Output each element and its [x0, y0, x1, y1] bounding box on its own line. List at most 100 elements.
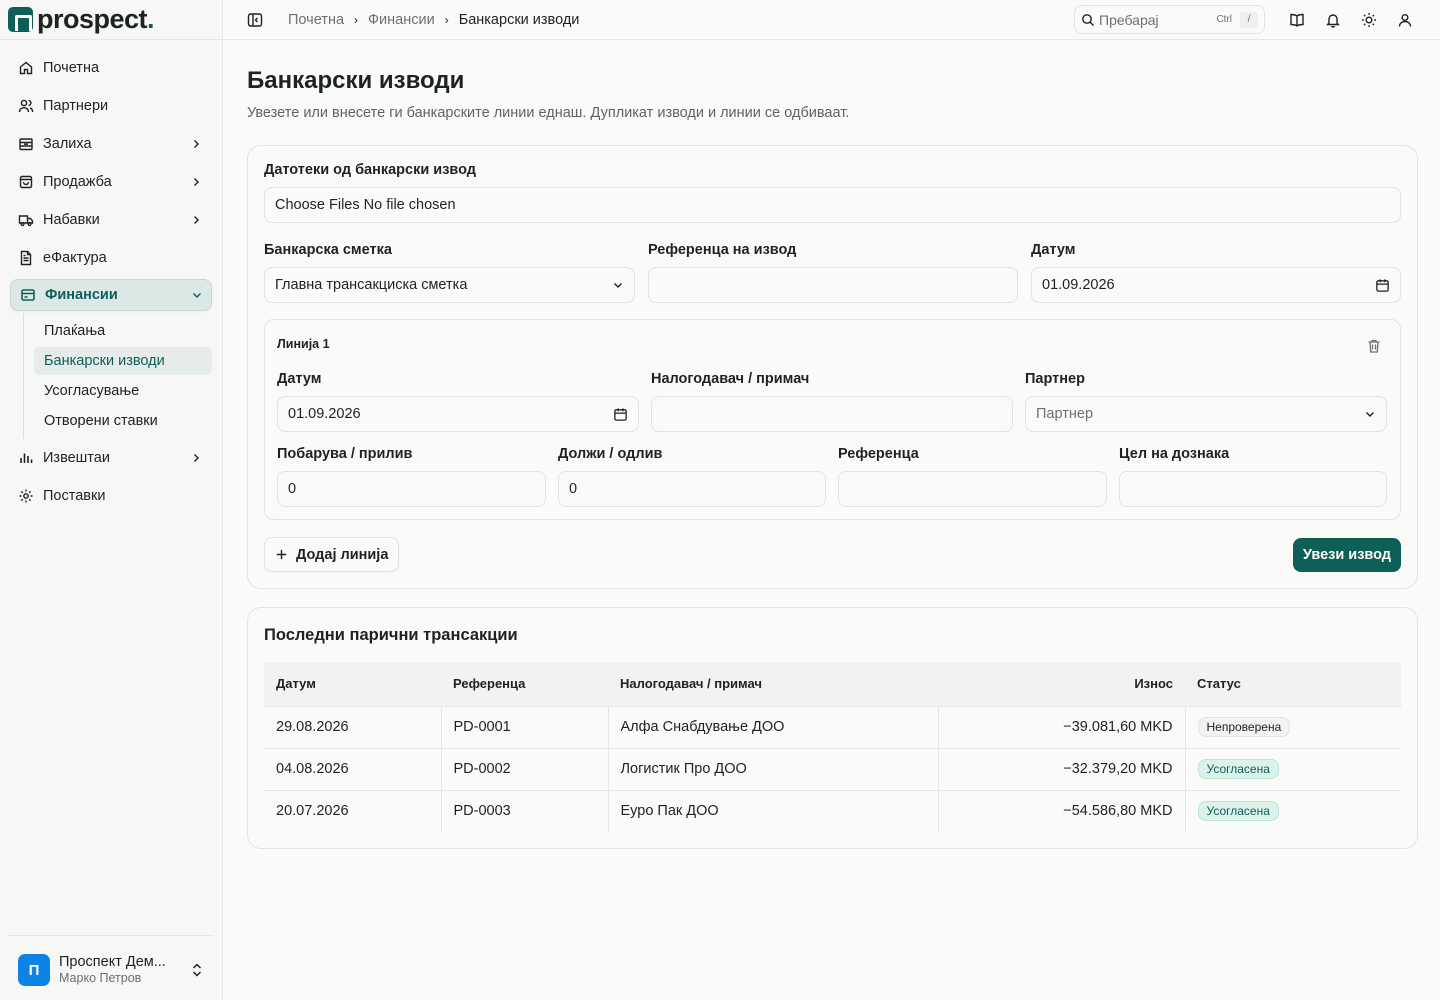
sidebar-subitem-payments[interactable]: Плаќања [34, 317, 212, 345]
page-subtitle: Увезете или внесете ги банкарските линии… [247, 105, 850, 121]
cell-party: Алфа Снабдување ДОО [607, 705, 938, 748]
partner-label: Партнер [1025, 371, 1085, 387]
calendar-icon[interactable] [1375, 278, 1390, 293]
chevron-down-icon [193, 293, 201, 298]
cell-reference: PD-0002 [440, 747, 608, 790]
credit-value: 0 [288, 481, 297, 497]
home-icon [18, 60, 34, 76]
brand-logo[interactable]: prospect. [0, 0, 222, 40]
sidebar-item-label: Финансии [45, 287, 118, 303]
sidebar-item-settings[interactable]: Поставки [0, 477, 222, 515]
sidebar-subitem-open-items[interactable]: Отворени ставки [34, 407, 212, 435]
search-input[interactable]: Пребарај Ctrl / [1074, 5, 1265, 34]
calendar-icon[interactable] [613, 407, 628, 422]
chevrons-up-down-icon [192, 963, 202, 977]
breadcrumb-home[interactable]: Почетна [288, 12, 344, 28]
line-reference-input[interactable] [838, 471, 1107, 507]
add-line-button[interactable]: Додај линија [264, 537, 400, 572]
sidebar-item-home[interactable]: Почетна [0, 49, 222, 87]
table-row[interactable]: 04.08.2026 PD-0002 Логистик Про ДОО −32.… [264, 747, 1401, 790]
sidebar-item-label: Набавки [43, 212, 100, 228]
statement-line-card: Линија 1 Датум 01.09.2026 Налогодавач / … [264, 319, 1401, 520]
finance-subnav: Плаќања Банкарски изводи Усогласување От… [23, 313, 222, 439]
sidebar-item-purchases[interactable]: Набавки [0, 201, 222, 239]
bar-chart-icon [18, 450, 34, 466]
sidebar-item-einvoice[interactable]: еФактура [0, 239, 222, 277]
sidebar-item-label: Залиха [43, 136, 92, 152]
table-row[interactable]: 29.08.2026 PD-0001 Алфа Снабдување ДОО −… [264, 705, 1401, 748]
import-form-card: Датотеки од банкарски извод Choose Files… [247, 145, 1418, 589]
breadcrumb-separator-icon: › [354, 12, 359, 27]
cell-date: 04.08.2026 [264, 747, 441, 790]
debit-input[interactable]: 0 [558, 471, 826, 507]
user-menu-button[interactable] [1387, 2, 1423, 38]
payer-label: Налогодавач / примач [651, 371, 810, 387]
cell-reference: PD-0001 [440, 705, 608, 748]
column-status[interactable]: Статус [1185, 662, 1401, 706]
breadcrumb-current: Банкарски изводи [458, 11, 580, 28]
sidebar-item-reports[interactable]: Извештаи [0, 439, 222, 477]
transactions-card: Последни парични трансакции Датум Рефере… [247, 607, 1418, 849]
user-icon [1398, 13, 1412, 27]
column-party[interactable]: Налогодавач / примач [608, 662, 938, 706]
sidebar-subitem-bank-statements[interactable]: Банкарски изводи [34, 347, 212, 375]
credit-input[interactable]: 0 [277, 471, 546, 507]
partner-select[interactable]: Партнер [1025, 396, 1387, 432]
sidebar-item-label: Партнери [43, 98, 109, 114]
chevron-right-icon [194, 140, 199, 148]
breadcrumb-separator-icon: › [444, 12, 449, 27]
statement-date-value: 01.09.2026 [1042, 277, 1115, 293]
page-content: Банкарски изводи Увезете или внесете ги … [223, 67, 1440, 849]
sidebar-item-sales[interactable]: Продажба [0, 163, 222, 201]
bank-account-label: Банкарска сметка [264, 242, 392, 258]
table-row[interactable]: 20.07.2026 PD-0003 Еуро Пак ДОО −54.586,… [264, 789, 1401, 832]
trash-icon[interactable] [1366, 338, 1382, 354]
line-date-input[interactable]: 01.09.2026 [277, 396, 639, 432]
payer-input[interactable] [651, 396, 1013, 432]
sidebar-subitem-reconciliation[interactable]: Усогласување [34, 377, 212, 405]
table-header-row: Датум Референца Налогодавач / примач Изн… [264, 662, 1401, 706]
chevron-right-icon [194, 178, 199, 186]
statement-reference-input[interactable] [648, 267, 1018, 303]
purpose-label: Цел на дознака [1119, 446, 1230, 462]
notifications-button[interactable] [1315, 2, 1351, 38]
inventory-icon [18, 136, 34, 152]
transactions-title: Последни парични трансакции [264, 626, 518, 644]
transactions-table: Датум Референца Налогодавач / примач Изн… [264, 662, 1401, 832]
cell-party: Еуро Пак ДОО [607, 789, 938, 832]
column-reference[interactable]: Референца [441, 662, 608, 706]
sidebar-item-label: Поставки [43, 488, 106, 504]
bank-account-select[interactable]: Главна трансакциска сметка [264, 267, 635, 303]
main-content: Почетна › Финансии › Банкарски изводи Пр… [223, 0, 1440, 1000]
docs-button[interactable] [1279, 2, 1315, 38]
column-date[interactable]: Датум [264, 662, 441, 706]
wallet-icon [20, 287, 36, 303]
purpose-input[interactable] [1119, 471, 1387, 507]
sidebar-item-finance[interactable]: Финансии [10, 279, 212, 311]
statement-date-label: Датум [1031, 242, 1076, 258]
import-statement-button[interactable]: Увези извод [1292, 537, 1401, 572]
debit-value: 0 [569, 481, 578, 497]
brand-name: prospect [37, 4, 148, 34]
shortcut-slash: / [1240, 11, 1258, 28]
line-date-value: 01.09.2026 [288, 406, 361, 422]
breadcrumb-finance[interactable]: Финансии [368, 12, 435, 28]
cell-date: 20.07.2026 [264, 789, 441, 832]
column-amount[interactable]: Износ [938, 662, 1185, 706]
choose-files-button[interactable]: Choose Files [275, 197, 360, 213]
shortcut-ctrl: Ctrl [1216, 14, 1232, 25]
files-label: Датотеки од банкарски извод [264, 162, 476, 178]
page-title: Банкарски изводи [247, 67, 465, 94]
add-line-label: Додај линија [296, 546, 389, 563]
sidebar-toggle-icon[interactable] [247, 12, 263, 28]
theme-toggle-button[interactable] [1351, 2, 1387, 38]
statement-date-input[interactable]: 01.09.2026 [1031, 267, 1401, 303]
account-switcher[interactable]: П Проспект Дем... Марко Петров [8, 935, 214, 990]
sidebar-item-label: Извештаи [43, 450, 110, 466]
topbar: Почетна › Финансии › Банкарски изводи Пр… [223, 0, 1440, 40]
sidebar-item-inventory[interactable]: Залиха [0, 125, 222, 163]
cell-date: 29.08.2026 [264, 705, 441, 748]
sidebar-item-partners[interactable]: Партнери [0, 87, 222, 125]
file-upload-input[interactable]: Choose Files No file chosen [264, 187, 1401, 223]
truck-icon [18, 212, 34, 228]
